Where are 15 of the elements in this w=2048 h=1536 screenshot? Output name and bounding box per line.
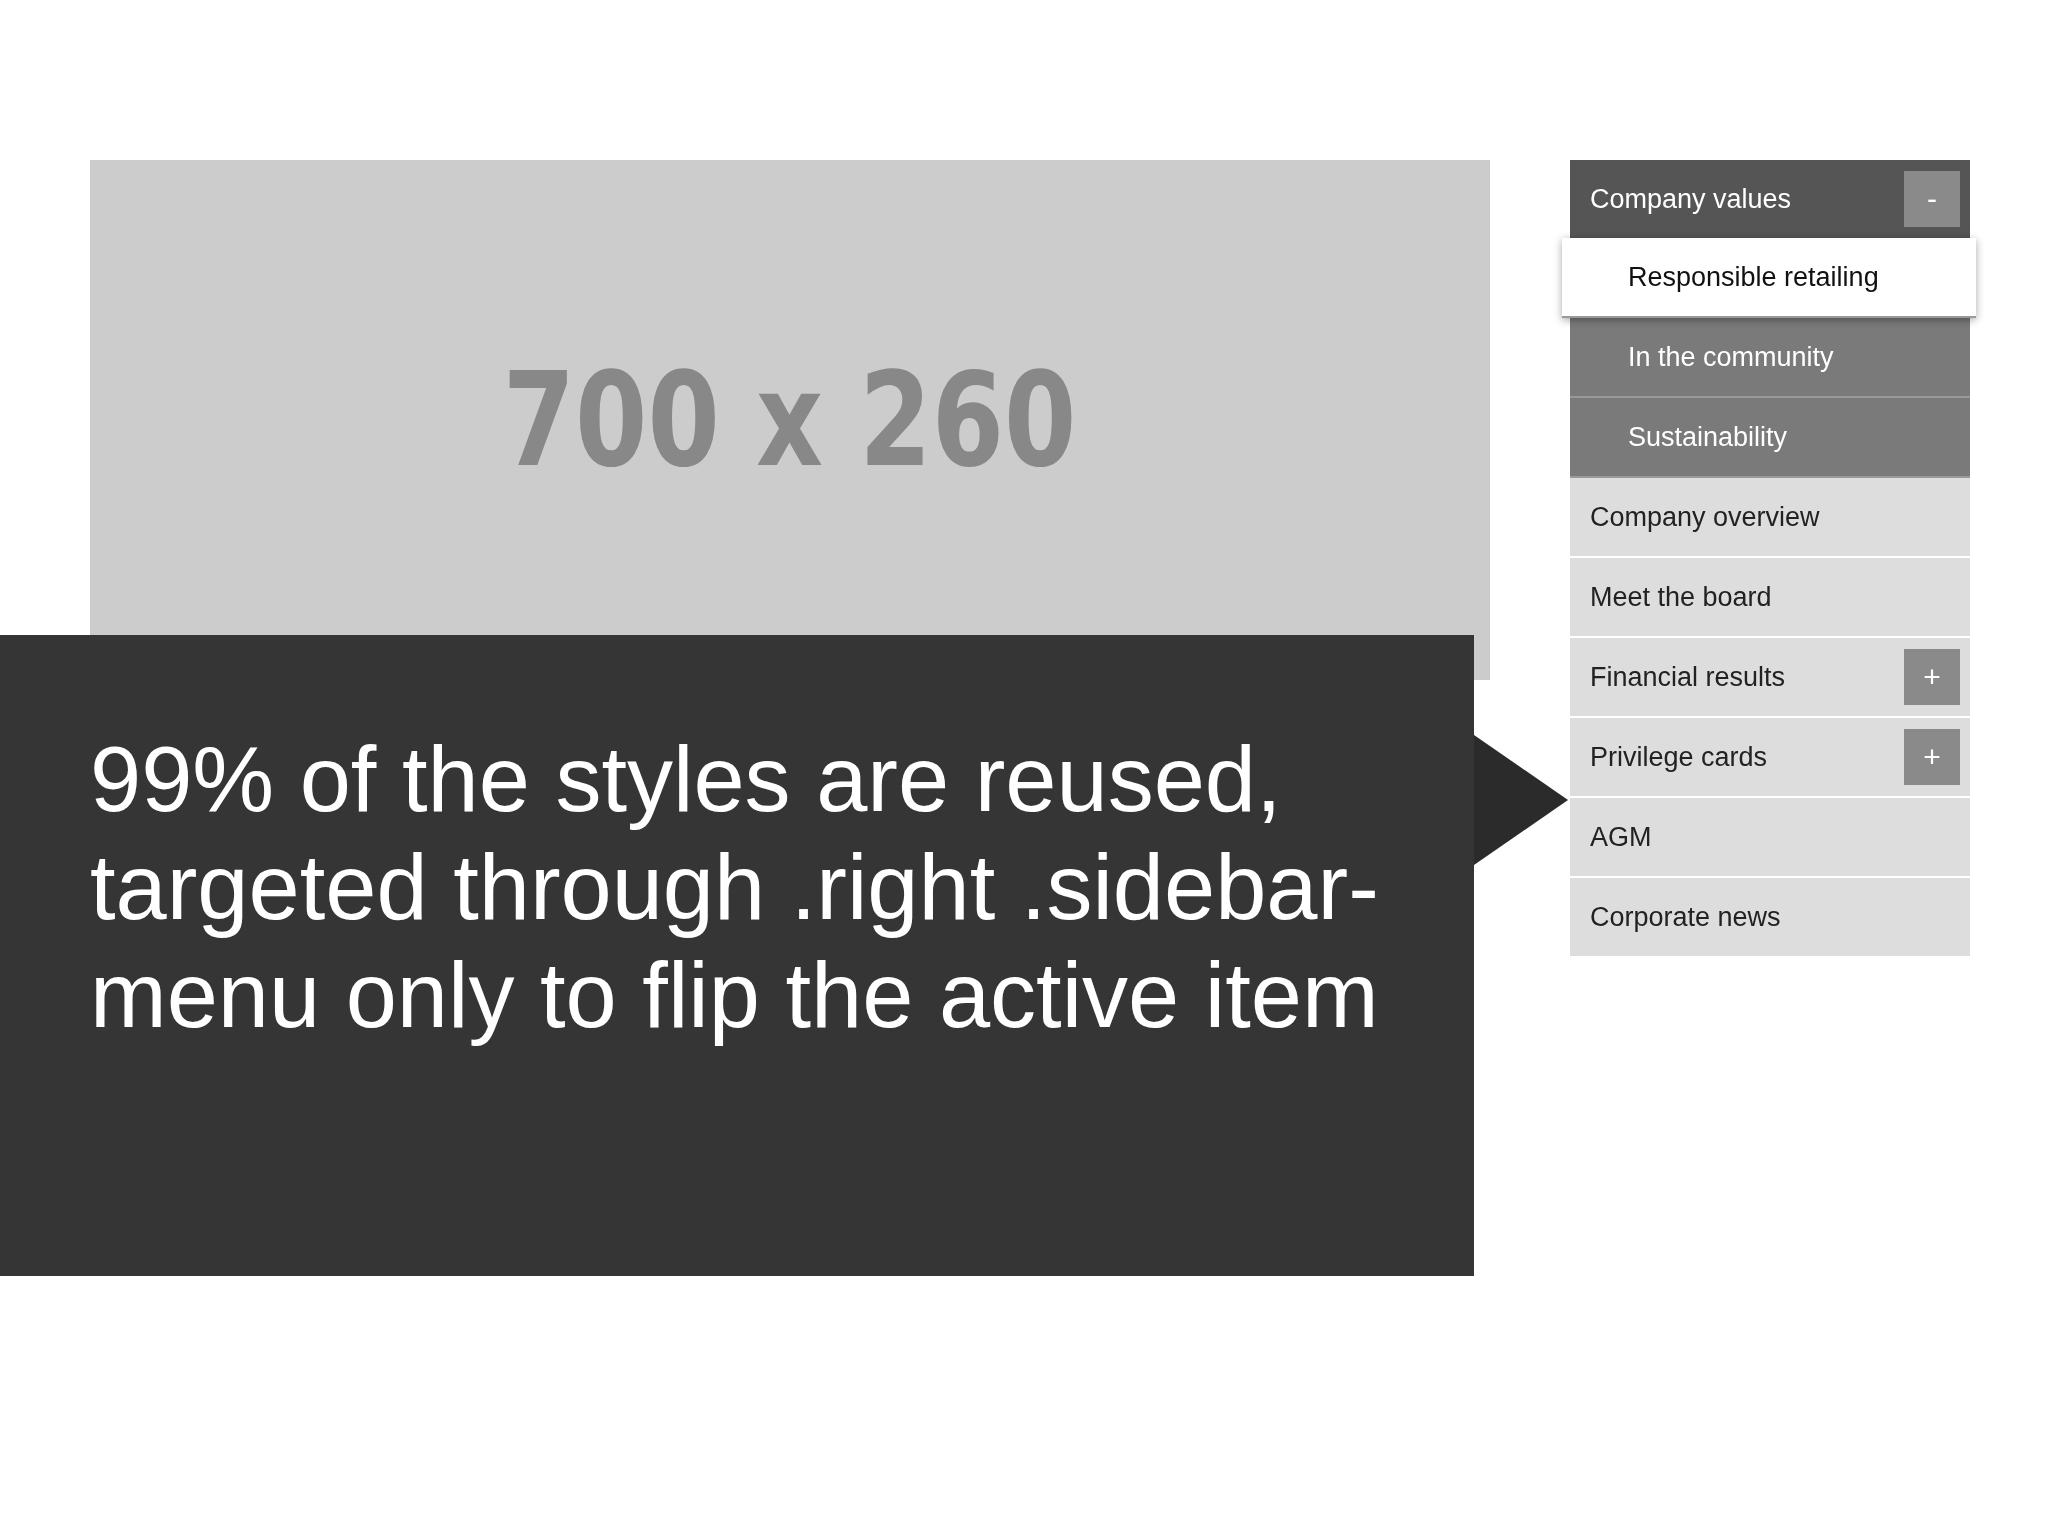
menu-header[interactable]: Company values - (1570, 160, 1970, 238)
placeholder-label: 700 x 260 (503, 344, 1077, 496)
menu-item[interactable]: Financial results + (1570, 638, 1970, 718)
menu-item-label: Financial results (1590, 661, 1786, 693)
menu-header-label: Company values (1590, 183, 1792, 215)
submenu-item[interactable]: Responsible retailing (1562, 238, 1976, 318)
menu-item-label: Privilege cards (1590, 741, 1768, 773)
menu-item[interactable]: Meet the board (1570, 558, 1970, 638)
menu-item[interactable]: Company overview (1570, 478, 1970, 558)
menu-item[interactable]: Corporate news (1570, 878, 1970, 958)
menu-item[interactable]: AGM (1570, 798, 1970, 878)
menu-item[interactable]: Privilege cards + (1570, 718, 1970, 798)
caption-text: 99% of the styles are reused, targeted through .right .sidebar-menu only to flip the active item (90, 727, 1380, 1048)
submenu-item[interactable]: Sustainability (1570, 398, 1970, 478)
submenu-item[interactable]: In the community (1570, 318, 1970, 398)
